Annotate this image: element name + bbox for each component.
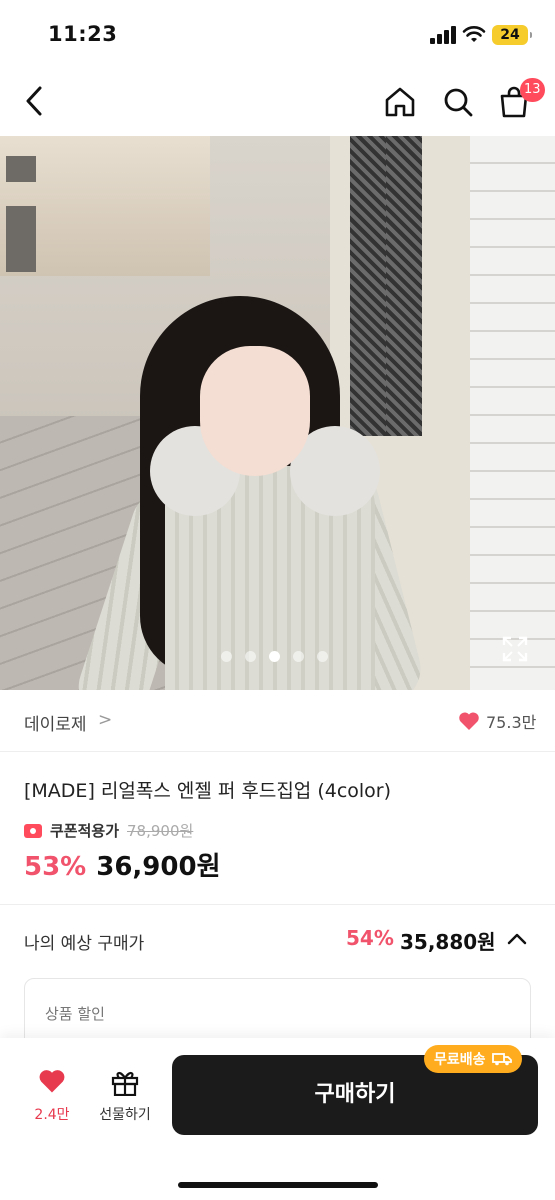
brand-like-count: 75.3만 [486,713,537,732]
wifi-icon [462,26,486,42]
brand-like[interactable]: 75.3만 [458,709,536,733]
expand-icon[interactable] [502,636,528,662]
back-arrow-icon[interactable] [20,84,50,118]
original-price: 78,900원 [127,822,194,840]
search-icon[interactable] [440,84,476,120]
wishlist-button[interactable]: 2.4만 [22,1068,82,1132]
gallery-pagination[interactable] [221,651,328,663]
model-face [200,346,310,476]
discount-rate: 53% [24,852,87,882]
gallery-dot[interactable] [245,651,256,662]
home-indicator [178,1182,378,1188]
expected-price-label: 나의 예상 구매가 [24,934,145,954]
bottom-action-bar: 2.4만 선물하기 구매하기 무료배송 [0,1038,555,1200]
product-image[interactable] [0,136,555,690]
cart-count-badge: 13 [520,78,545,102]
gallery-dot[interactable] [317,651,328,662]
chevron-right-icon: > [98,710,113,730]
chevron-up-icon[interactable] [506,930,528,948]
sale-price: 36,900원 [96,852,221,882]
brand-name[interactable]: 데이로제 [24,710,87,735]
coupon-price-row: 쿠폰적용가 78,900원 [24,820,193,841]
expected-discount: 54% [346,926,394,950]
background-wall [470,136,555,690]
coupon-label: 쿠폰적용가 [50,822,120,840]
gallery-dot[interactable] [221,651,232,662]
free-shipping-badge: 무료배송 [424,1045,522,1073]
brand-row[interactable]: 데이로제 > 75.3만 [0,690,555,752]
status-time: 11:23 [48,22,118,46]
gift-icon [111,1072,139,1097]
product-title: [MADE] 리얼폭스 엔젤 퍼 후드집업 (4color) [24,780,392,802]
divider [0,904,555,905]
free-shipping-label: 무료배송 [434,1052,486,1068]
cellular-signal-icon [430,26,456,44]
gallery-dot[interactable] [269,651,280,662]
price-row: 53% 36,900원 [24,846,221,883]
gift-button[interactable]: 선물하기 [90,1068,160,1132]
gift-label: 선물하기 [99,1107,151,1123]
product-discount-label: 상품 할인 [45,1005,105,1023]
expected-price: 35,880원 [400,930,496,954]
gallery-dot[interactable] [293,651,304,662]
home-icon[interactable] [382,84,418,120]
heart-icon [459,712,479,730]
battery-icon: 24 [492,25,532,45]
coupon-icon [24,823,42,838]
top-nav: 13 [0,72,555,132]
wishlist-count: 2.4만 [34,1107,70,1123]
expected-price-row[interactable]: 나의 예상 구매가 54% 35,880원 [0,920,555,962]
truck-icon [491,1053,512,1066]
heart-icon [39,1070,65,1093]
status-bar: 11:23 24 [0,0,555,70]
